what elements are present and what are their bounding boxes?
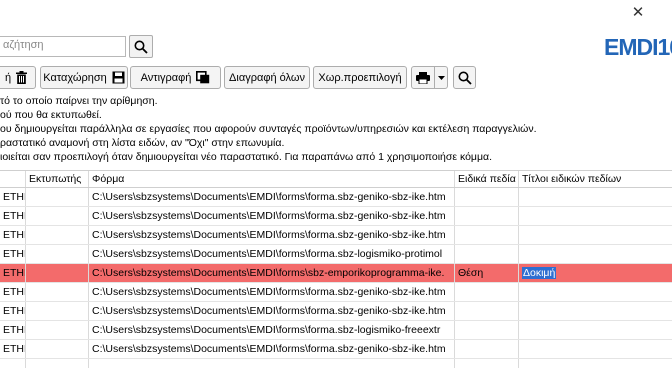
table-cell[interactable]: ΕΤΗΡΙ xyxy=(0,283,26,301)
table-row[interactable]: ΕΤΗΡΙ C:\Users\sbzsystems\Documents\EMDI\… xyxy=(0,226,672,245)
table-cell[interactable] xyxy=(455,321,519,339)
table-cell[interactable] xyxy=(455,359,519,368)
dropdown-arrow-icon xyxy=(437,75,445,80)
app-logo: EMDI10 xyxy=(604,33,672,60)
search-button[interactable] xyxy=(129,35,153,58)
help-text: τό το οποίο παίρνει την αρίθμηση. ού που… xyxy=(0,94,672,164)
copy-icon xyxy=(196,71,210,84)
table-cell[interactable] xyxy=(26,302,89,320)
search-icon xyxy=(134,40,148,54)
copy-label: Αντιγραφή xyxy=(140,71,192,84)
table-cell[interactable] xyxy=(455,245,519,263)
column-header-special-field-titles[interactable]: Τίτλοι ειδικών πεδίων xyxy=(519,171,672,187)
table-cell[interactable]: ΕΤΗΡΙ xyxy=(0,226,26,244)
table-cell[interactable]: ΕΤΗΡΙ xyxy=(0,340,26,358)
print-dropdown-button[interactable] xyxy=(434,66,448,89)
table-cell[interactable] xyxy=(519,207,672,225)
table-cell[interactable] xyxy=(455,340,519,358)
table-cell[interactable] xyxy=(26,188,89,206)
search-input[interactable]: αζήτηση xyxy=(0,36,126,57)
table-cell[interactable] xyxy=(519,188,672,206)
search-icon xyxy=(458,71,472,85)
table-cell[interactable] xyxy=(455,188,519,206)
help-line: ραστατικό αναμονή στη λίστα ειδών, αν "Ό… xyxy=(0,137,285,149)
table-cell[interactable] xyxy=(519,340,672,358)
table-cell[interactable]: ΕΤΗΡΙ xyxy=(0,302,26,320)
close-icon[interactable]: ✕ xyxy=(631,5,645,20)
table-cell[interactable] xyxy=(89,359,455,368)
save-icon xyxy=(112,71,125,84)
column-header-printer[interactable]: Εκτυπωτής xyxy=(26,171,89,187)
table-cell[interactable] xyxy=(26,340,89,358)
table-row[interactable]: ΕΤΗΡΙ C:\Users\sbzsystems\Documents\EMDI\… xyxy=(0,302,672,321)
table-cell[interactable] xyxy=(0,359,26,368)
table-row[interactable]: ΕΤΗΡΙ C:\Users\sbzsystems\Documents\EMDI\… xyxy=(0,283,672,302)
grid-header: Εκτυπωτής Φόρμα Ειδικά πεδία Τίτλοι ειδι… xyxy=(0,170,672,188)
table-cell[interactable]: C:\Users\sbzsystems\Documents\EMDI\forms… xyxy=(89,321,455,339)
table-cell[interactable] xyxy=(519,245,672,263)
save-button[interactable]: Καταχώρηση xyxy=(40,66,128,89)
table-cell[interactable]: C:\Users\sbzsystems\Documents\EMDI\forms… xyxy=(89,226,455,244)
table-cell[interactable]: C:\Users\sbzsystems\Documents\EMDI\forms… xyxy=(89,283,455,301)
table-cell[interactable] xyxy=(455,283,519,301)
table-cell[interactable]: C:\Users\sbzsystems\Documents\EMDI\forms… xyxy=(89,245,455,263)
table-cell[interactable] xyxy=(26,359,89,368)
column-header-special-fields[interactable]: Ειδικά πεδία xyxy=(455,171,519,187)
table-cell[interactable]: C:\Users\sbzsystems\Documents\EMDI\forms… xyxy=(89,207,455,225)
table-cell[interactable] xyxy=(26,264,89,282)
table-row[interactable]: ΕΤΗΡΙ C:\Users\sbzsystems\Documents\EMDI\… xyxy=(0,321,672,340)
table-cell[interactable] xyxy=(26,283,89,301)
table-cell[interactable]: ΕΤΗΡΙ xyxy=(0,207,26,225)
printer-icon xyxy=(416,71,430,84)
column-header-form[interactable]: Φόρμα xyxy=(89,171,455,187)
help-line: ου δημιουργείται παράλληλα σε εργασίες π… xyxy=(0,123,537,135)
table-cell[interactable] xyxy=(455,226,519,244)
cell-editor[interactable]: Δοκιμή xyxy=(522,267,557,279)
table-cell[interactable] xyxy=(519,226,672,244)
trash-icon xyxy=(16,71,28,84)
delete-all-button[interactable]: Διαγραφή όλων xyxy=(224,66,310,89)
delete-all-label: Διαγραφή όλων xyxy=(229,71,305,84)
table-cell[interactable] xyxy=(519,302,672,320)
help-line: τό το οποίο παίρνει την αρίθμηση. xyxy=(0,95,158,107)
table-row[interactable]: ΕΤΗΡΙ C:\Users\sbzsystems\Documents\EMDI\… xyxy=(0,245,672,264)
table-row[interactable]: ΕΤΗΡΙ C:\Users\sbzsystems\Documents\EMDI\… xyxy=(0,340,672,359)
table-cell[interactable] xyxy=(519,359,672,368)
table-row[interactable] xyxy=(0,359,672,368)
table-cell[interactable] xyxy=(26,245,89,263)
help-line: ού που θα εκτυπωθεί. xyxy=(0,109,102,121)
preview-search-button[interactable] xyxy=(453,66,476,89)
table-cell[interactable] xyxy=(26,226,89,244)
copy-button[interactable]: Αντιγραφή xyxy=(130,66,221,89)
table-row[interactable]: ΕΤΗΡΙ C:\Users\sbzsystems\Documents\EMDI\… xyxy=(0,264,672,283)
help-line: ιοιείται σαν προεπιλογή όταν δημιουργείτ… xyxy=(0,151,492,163)
table-cell[interactable] xyxy=(455,302,519,320)
table-cell[interactable]: ΕΤΗΡΙ xyxy=(0,264,26,282)
delete-button[interactable]: ή xyxy=(0,66,36,89)
table-cell[interactable] xyxy=(519,283,672,301)
table-cell[interactable]: C:\Users\sbzsystems\Documents\EMDI\forms… xyxy=(89,264,455,282)
table-cell[interactable]: ΕΤΗΡΙ xyxy=(0,188,26,206)
table-cell[interactable] xyxy=(519,321,672,339)
table-row[interactable]: ΕΤΗΡΙ C:\Users\sbzsystems\Documents\EMDI\… xyxy=(0,188,672,207)
table-cell[interactable]: C:\Users\sbzsystems\Documents\EMDI\forms… xyxy=(89,302,455,320)
save-label: Καταχώρηση xyxy=(43,71,107,84)
table-row[interactable]: ΕΤΗΡΙ C:\Users\sbzsystems\Documents\EMDI\… xyxy=(0,207,672,226)
forms-grid[interactable]: Εκτυπωτής Φόρμα Ειδικά πεδία Τίτλοι ειδι… xyxy=(0,170,672,368)
table-cell[interactable]: ΕΤΗΡΙ xyxy=(0,321,26,339)
table-cell[interactable]: C:\Users\sbzsystems\Documents\EMDI\forms… xyxy=(89,340,455,358)
table-cell[interactable]: Δοκιμή xyxy=(519,264,672,282)
table-cell[interactable]: Θέση xyxy=(455,264,519,282)
print-button[interactable] xyxy=(411,66,435,89)
table-cell[interactable]: ΕΤΗΡΙ xyxy=(0,245,26,263)
table-cell[interactable]: C:\Users\sbzsystems\Documents\EMDI\forms… xyxy=(89,188,455,206)
set-default-label: Χωρ.προεπιλογή xyxy=(318,71,402,84)
set-default-button[interactable]: Χωρ.προεπιλογή xyxy=(313,66,407,89)
table-cell[interactable] xyxy=(26,321,89,339)
table-cell[interactable] xyxy=(26,207,89,225)
table-cell[interactable] xyxy=(455,207,519,225)
column-header[interactable] xyxy=(0,171,26,187)
